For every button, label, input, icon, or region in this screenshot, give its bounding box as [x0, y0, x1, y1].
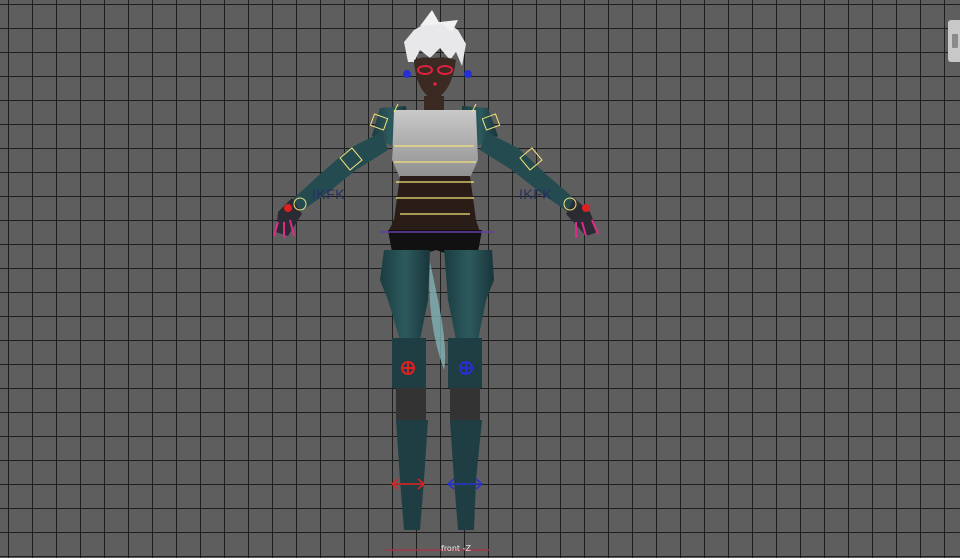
- right-leg: [444, 250, 494, 530]
- character-torso-shirt: [392, 110, 478, 178]
- camera-name-label: front -Z: [441, 544, 471, 553]
- left-leg: [380, 250, 430, 530]
- side-panel-toggle[interactable]: [948, 20, 960, 62]
- right-arm-ikfk-switch[interactable]: IKFK: [519, 186, 552, 202]
- knee-pole-target-icon[interactable]: [401, 361, 415, 375]
- left-arm-ikfk-switch[interactable]: IKFK: [312, 186, 345, 202]
- character-neck: [424, 96, 444, 110]
- character-head: [414, 57, 456, 100]
- character-hair: [404, 10, 466, 66]
- 3d-viewport[interactable]: IKFK IKFK front -Z: [0, 0, 960, 558]
- side-panel-grip-icon: [952, 34, 958, 48]
- right-wrist-ik-control[interactable]: [582, 204, 590, 212]
- right-arm: [480, 132, 599, 238]
- knee-pole-target-icon[interactable]: [459, 361, 473, 375]
- character-torso-waist: [388, 176, 480, 232]
- character-scene[interactable]: [0, 0, 960, 558]
- left-wrist-ik-control[interactable]: [284, 204, 292, 212]
- left-arm: [273, 132, 388, 238]
- character-ponytail: [429, 262, 446, 370]
